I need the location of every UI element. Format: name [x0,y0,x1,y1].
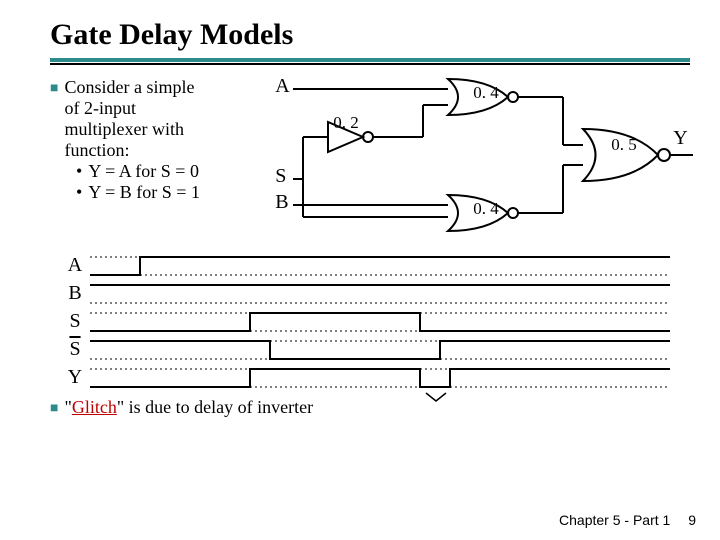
line2: of 2-input [64,98,136,118]
footer-page: 9 [688,512,696,528]
delay-nor2: 0. 4 [473,199,499,219]
line1: Consider a simple [64,77,194,97]
footer-chapter: Chapter 5 - Part 1 [559,512,670,528]
sub2: Y = B for S = 1 [88,182,200,203]
bullet-square-icon: ■ [50,81,58,161]
footer: Chapter 5 - Part 1 9 [559,512,696,528]
divider-teal [50,58,690,62]
quote-pre: " [64,397,71,417]
delay-nor3: 0. 5 [611,135,637,155]
delay-nor1: 0. 4 [473,83,499,103]
timing-row-A: A [60,251,690,279]
sub-bullet-icon: • [76,161,82,182]
slide-title: Gate Delay Models [50,18,690,52]
label-A: A [275,75,289,98]
sub-bullet-icon: • [76,182,82,203]
line4: function: [64,140,129,160]
bullet-square-icon: ■ [50,401,58,418]
timing-label-A: A [60,254,90,277]
sub1: Y = A for S = 0 [88,161,199,182]
label-Y: Y [673,127,687,150]
delay-inverter: 0. 2 [333,113,359,133]
circuit-diagram: A S B Y 0. 2 0. 4 0. 4 0. 5 [273,77,690,247]
label-B: B [275,191,288,214]
timing-row-Sbar: S [60,335,690,363]
timing-label-Sbar: S [60,338,90,361]
label-S: S [275,165,286,188]
timing-label-Y: Y [60,366,90,389]
timing-row-B: B [60,279,690,307]
bullet-text: ■ Consider a simple of 2-input multiplex… [50,77,273,247]
line3: multiplexer with [64,119,183,139]
timing-row-S: S [60,307,690,335]
timing-label-S: S [60,310,90,333]
timing-row-Y: Y [60,363,690,391]
divider-black [50,63,690,65]
timing-label-B: B [60,282,90,305]
